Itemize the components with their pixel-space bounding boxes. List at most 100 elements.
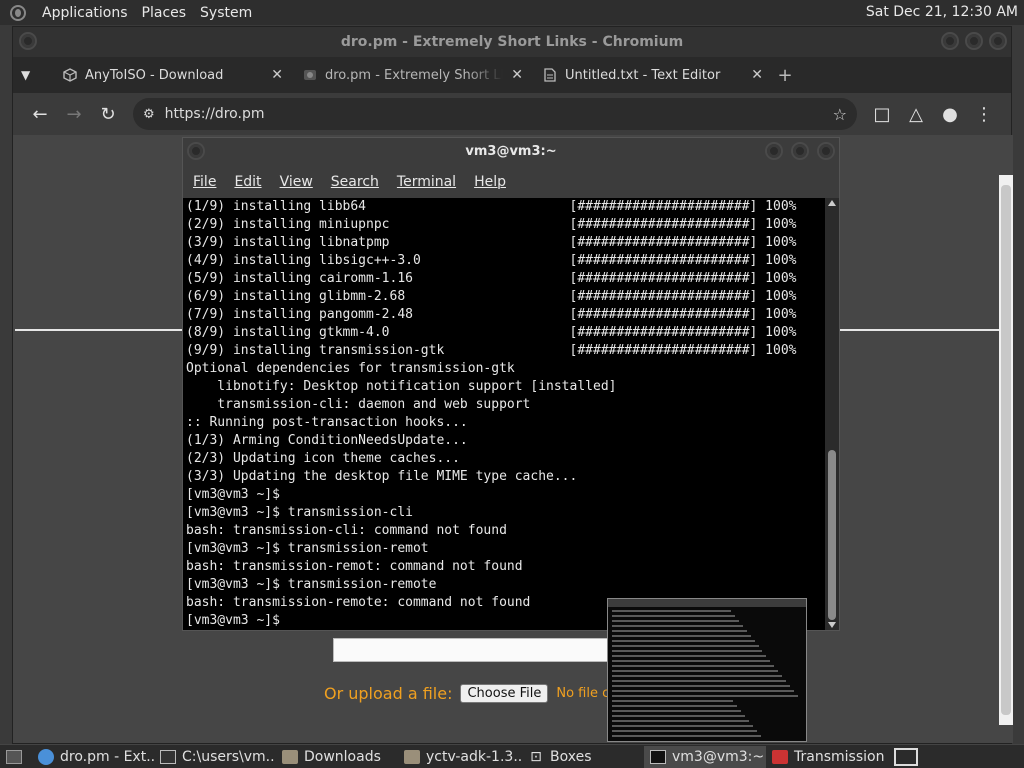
menu-search[interactable]: Search bbox=[331, 174, 379, 190]
preview-line bbox=[612, 640, 755, 642]
scrollbar-thumb[interactable] bbox=[1001, 185, 1011, 715]
window-preview-thumbnail[interactable] bbox=[607, 598, 807, 742]
menu-terminal[interactable]: Terminal bbox=[397, 174, 456, 190]
tab-search-icon[interactable]: ▼ bbox=[21, 68, 53, 82]
terminal-line: [vm3@vm3 ~]$ bbox=[186, 487, 280, 502]
close-tab-icon[interactable]: ✕ bbox=[511, 67, 523, 83]
terminal-line: (9/9) installing transmission-gtk [#####… bbox=[186, 343, 797, 358]
taskbar-item-yctv[interactable]: yctv-adk-1.3... bbox=[398, 746, 522, 768]
terminal-line: (1/3) Arming ConditionNeedsUpdate... bbox=[186, 433, 468, 448]
menu-view[interactable]: View bbox=[280, 174, 313, 190]
preview-line bbox=[612, 700, 733, 702]
applications-menu[interactable]: Applications bbox=[42, 5, 128, 21]
terminal-icon bbox=[650, 749, 666, 764]
close-window-button[interactable] bbox=[989, 32, 1007, 50]
transmission-icon bbox=[772, 749, 788, 764]
reload-icon[interactable]: ↻ bbox=[91, 104, 125, 125]
preview-line bbox=[612, 735, 761, 737]
workspace-switcher[interactable] bbox=[888, 746, 928, 768]
maximize-button[interactable] bbox=[965, 32, 983, 50]
terminal-title: vm3@vm3:~ bbox=[465, 144, 557, 159]
preview-line bbox=[612, 620, 739, 622]
back-arrow-icon[interactable]: ← bbox=[23, 104, 57, 125]
taskbar-item-transmission[interactable]: Transmission bbox=[766, 746, 888, 768]
preview-line bbox=[612, 650, 763, 652]
menu-edit[interactable]: Edit bbox=[234, 174, 261, 190]
bookmark-star-icon[interactable]: ☆ bbox=[833, 105, 847, 124]
profile-avatar-icon[interactable]: ● bbox=[933, 104, 967, 125]
link-input[interactable] bbox=[333, 638, 613, 662]
terminal-line: transmission-cli: daemon and web support bbox=[186, 397, 531, 412]
taskbar-item-boxes[interactable]: ⊡ Boxes bbox=[522, 746, 644, 768]
preview-line bbox=[612, 720, 749, 722]
preview-content bbox=[608, 610, 806, 737]
terminal-minimize-button[interactable] bbox=[765, 142, 783, 160]
tab-label: AnyToISO - Download bbox=[85, 67, 224, 83]
terminal-line: (3/3) Updating the desktop file MIME typ… bbox=[186, 469, 578, 484]
new-tab-button[interactable]: + bbox=[773, 65, 797, 86]
taskbar-item-terminal[interactable]: vm3@vm3:~ bbox=[644, 745, 766, 768]
terminal-maximize-button[interactable] bbox=[791, 142, 809, 160]
browser-titlebar[interactable]: dro.pm - Extremely Short Links - Chromiu… bbox=[13, 27, 1011, 57]
places-menu[interactable]: Places bbox=[142, 5, 187, 21]
terminal-line: (3/9) installing libnatpmp [############… bbox=[186, 235, 797, 250]
desktop-icon bbox=[6, 749, 22, 764]
taskbar-item-wine[interactable]: C:\users\vm... bbox=[154, 746, 276, 768]
terminal-close-button[interactable] bbox=[817, 142, 835, 160]
terminal-window-menu-button[interactable] bbox=[187, 142, 205, 160]
distro-logo-icon[interactable] bbox=[10, 4, 26, 21]
preview-line bbox=[612, 630, 747, 632]
terminal-line: (5/9) installing cairomm-1.16 [#########… bbox=[186, 271, 797, 286]
site-info-icon[interactable]: ⚙ bbox=[143, 107, 155, 122]
menu-help[interactable]: Help bbox=[474, 174, 506, 190]
url-text: https://dro.pm bbox=[164, 106, 265, 122]
labs-flask-icon[interactable]: △ bbox=[899, 104, 933, 125]
address-bar[interactable]: ⚙ https://dro.pm ☆ bbox=[133, 98, 857, 130]
preview-line bbox=[612, 670, 779, 672]
preview-line bbox=[612, 610, 731, 612]
close-tab-icon[interactable]: ✕ bbox=[751, 67, 763, 83]
extensions-icon[interactable]: □ bbox=[865, 104, 899, 125]
preview-line bbox=[612, 655, 767, 657]
close-tab-icon[interactable]: ✕ bbox=[271, 67, 283, 83]
preview-line bbox=[612, 635, 751, 637]
terminal-output[interactable]: (1/9) installing libb64 [###############… bbox=[183, 198, 827, 630]
terminal-scrollbar-thumb[interactable] bbox=[828, 450, 836, 620]
dropm-icon bbox=[304, 70, 316, 80]
scroll-down-arrow-icon[interactable] bbox=[828, 622, 836, 628]
tab-anytoiso[interactable]: AnyToISO - Download ✕ bbox=[53, 57, 293, 93]
scroll-up-arrow-icon[interactable] bbox=[828, 200, 836, 206]
terminal-scrollbar[interactable] bbox=[825, 198, 839, 630]
taskbar-item-chromium[interactable]: dro.pm - Ext... bbox=[32, 746, 154, 768]
clock[interactable]: Sat Dec 21, 12:30 AM bbox=[866, 4, 1018, 20]
system-menu[interactable]: System bbox=[200, 5, 252, 21]
terminal-line: (8/9) installing gtkmm-4.0 [############… bbox=[186, 325, 797, 340]
top-panel-menus: Applications Places System bbox=[0, 4, 252, 21]
page-scrollbar[interactable] bbox=[999, 175, 1013, 725]
terminal-line: [vm3@vm3 ~]$ transmission-remot bbox=[186, 541, 429, 556]
tab-text-editor[interactable]: Untitled.txt - Text Editor ✕ bbox=[533, 57, 773, 93]
wine-icon bbox=[160, 749, 176, 764]
taskbar: dro.pm - Ext... C:\users\vm... Downloads… bbox=[0, 744, 1024, 768]
terminal-line: (4/9) installing libsigc++-3.0 [########… bbox=[186, 253, 797, 268]
preview-line bbox=[612, 625, 743, 627]
taskbar-label: Boxes bbox=[550, 748, 592, 765]
window-menu-button[interactable] bbox=[19, 32, 37, 50]
browser-toolbar: ← → ↻ ⚙ https://dro.pm ☆ □ △ ● ⋮ bbox=[13, 93, 1011, 135]
top-panel: Applications Places System Sat Dec 21, 1… bbox=[0, 0, 1024, 25]
tab-dropm[interactable]: dro.pm - Extremely Short Links - Chromiu… bbox=[293, 57, 533, 93]
taskbar-label: Transmission bbox=[794, 748, 885, 765]
taskbar-item-downloads[interactable]: Downloads bbox=[276, 746, 398, 768]
preview-line bbox=[612, 685, 791, 687]
minimize-button[interactable] bbox=[941, 32, 959, 50]
forward-arrow-icon[interactable]: → bbox=[57, 104, 91, 125]
menu-file[interactable]: File bbox=[193, 174, 216, 190]
document-icon bbox=[544, 68, 556, 82]
taskbar-label: dro.pm - Ext... bbox=[60, 748, 154, 765]
upload-label: Or upload a file: bbox=[324, 684, 453, 703]
show-desktop-button[interactable] bbox=[0, 746, 32, 768]
menu-kebab-icon[interactable]: ⋮ bbox=[967, 104, 1001, 125]
terminal-titlebar[interactable]: vm3@vm3:~ bbox=[183, 138, 839, 166]
terminal-line: bash: transmission-cli: command not foun… bbox=[186, 523, 507, 538]
choose-file-button[interactable]: Choose File bbox=[460, 684, 549, 703]
